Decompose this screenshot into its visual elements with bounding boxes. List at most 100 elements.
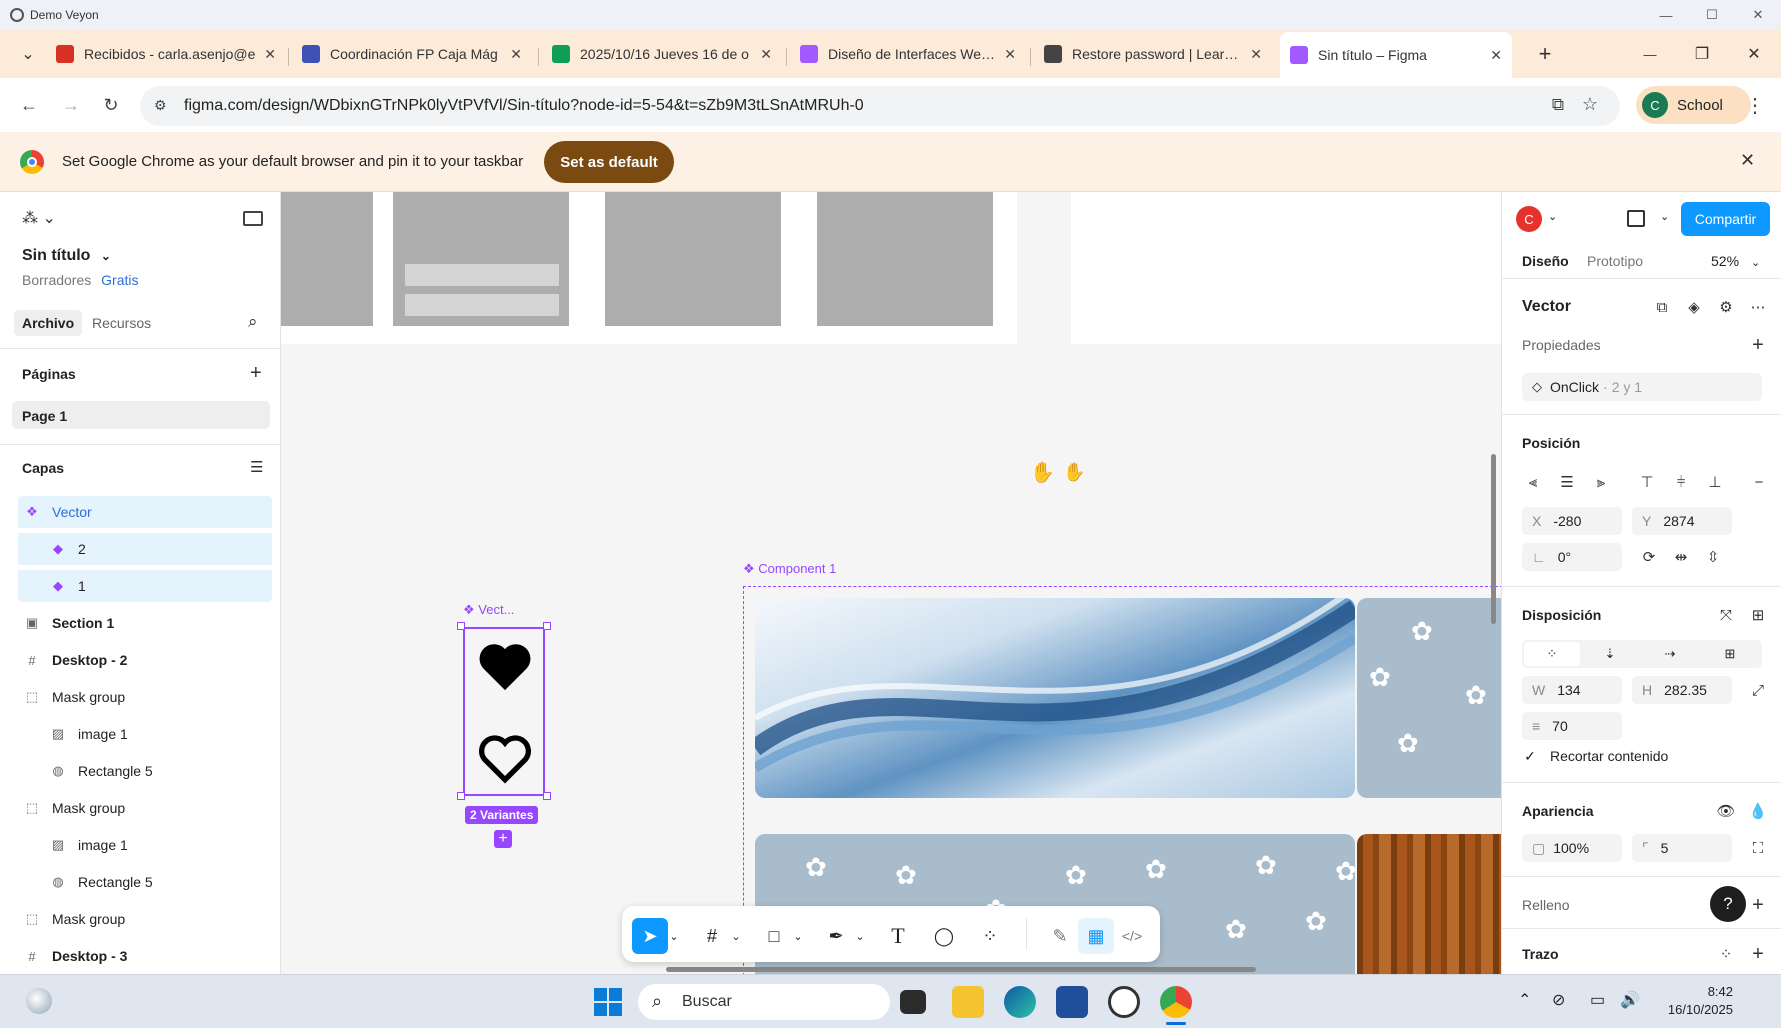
browser-tab[interactable]: 2025/10/16 Jueves 16 de o ✕ [542,38,782,70]
heart-filled-icon[interactable] [476,639,534,693]
layer-item[interactable]: ◍ Rectangle 5 [18,755,272,787]
grid-layout-icon[interactable]: ⊞ [1700,646,1760,662]
present-dropdown-icon[interactable]: ⌄ [1660,210,1669,223]
placeholder-rect[interactable] [281,192,373,326]
blend-mode-icon[interactable]: 💧 [1747,800,1769,822]
tab-list-button[interactable]: ⌄ [16,42,40,66]
store-icon[interactable] [1056,986,1088,1018]
layer-item[interactable]: # Desktop - 3 [18,940,272,972]
tab-close-icon[interactable]: ✕ [1004,46,1016,63]
vector-component-label[interactable]: ❖ Vect... [463,602,514,618]
chrome-menu-icon[interactable]: ⋮ [1742,92,1768,118]
tab-close-icon[interactable]: ✕ [760,46,772,63]
opacity-field[interactable]: ▢ 100% [1522,834,1622,862]
chrome-minimize-button[interactable]: — [1636,42,1664,66]
visibility-eye-icon[interactable]: 👁 [1715,800,1737,822]
align-top-icon[interactable]: ⊤ [1636,471,1658,493]
horizontal-layout-icon[interactable]: ⇢ [1640,646,1700,662]
daisy-image[interactable]: ✿ ✿ ✿ ✿ [1357,598,1501,798]
x-field[interactable]: X -280 [1522,507,1622,535]
frame-tool-dropdown-icon[interactable]: ⌄ [728,918,744,954]
individual-corners-icon[interactable]: ⛶ [1747,837,1769,859]
move-tool-icon[interactable]: ➤ [632,918,668,954]
select-matching-icon[interactable]: ⧉ [1651,296,1673,318]
shape-tool-dropdown-icon[interactable]: ⌄ [790,918,806,954]
align-center-h-icon[interactable]: ☰ [1556,471,1578,493]
pen-tool-dropdown-icon[interactable]: ⌄ [852,918,868,954]
height-field[interactable]: H 282.35 [1632,676,1732,704]
adjust-icon[interactable]: ⚙ [1715,296,1737,318]
show-hidden-icons-icon[interactable]: ⌃ [1518,990,1531,1010]
actions-icon[interactable]: ⁘ [972,918,1008,954]
component-label[interactable]: ❖ Component 1 [743,561,836,577]
search-icon[interactable]: ⌕ [248,312,258,332]
wood-texture-image[interactable] [1357,834,1501,974]
volume-icon[interactable]: 🔊 [1620,990,1640,1010]
add-page-icon[interactable]: + [250,362,262,385]
add-fill-icon[interactable]: + [1747,894,1769,916]
layer-item[interactable]: ◆ 2 [18,533,272,565]
comment-tool-icon[interactable]: ◯ [926,918,962,954]
drafts-link[interactable]: Borradores [22,272,91,288]
window-maximize-button[interactable]: ☐ [1689,0,1735,30]
collapse-layers-icon[interactable]: ☰ [250,458,263,476]
tab-close-icon[interactable]: ✕ [264,46,276,63]
chevron-down-icon[interactable]: ⌄ [1548,210,1557,223]
page-item[interactable]: Page 1 [12,401,270,429]
layer-item[interactable]: ❖ Vector [18,496,272,528]
layout-mode-selector[interactable]: ⁘ ⇣ ⇢ ⊞ [1522,640,1762,668]
user-avatar[interactable]: C [1516,206,1542,232]
design-canvas[interactable]: ✋ ✋ ❖ Vect... 2 Variantes + ❖ Component … [281,192,1501,974]
move-tool-dropdown-icon[interactable]: ⌄ [666,918,682,954]
layout-guide-icon[interactable]: ⊞ [1747,604,1769,626]
clock[interactable]: 8:42 16/10/2025 [1655,983,1733,1019]
network-off-icon[interactable]: ⊘ [1552,990,1565,1010]
design-mode-icon[interactable]: ▦ [1078,918,1114,954]
horizontal-scrollbar[interactable] [666,967,1256,972]
align-right-icon[interactable]: ⫸ [1590,471,1612,493]
set-default-button[interactable]: Set as default [544,141,674,183]
layer-item[interactable]: ⬚ Mask group [18,792,272,824]
window-close-button[interactable]: ✕ [1735,0,1781,30]
vertical-scrollbar[interactable] [1491,454,1496,624]
browser-tab[interactable]: Recibidos - carla.asenjo@e ✕ [46,38,286,70]
taskbar-search[interactable]: ⌕ Buscar [638,984,890,1020]
start-button[interactable] [594,988,622,1016]
file-name[interactable]: Sin título ⌄ [22,247,111,265]
help-button[interactable]: ? [1710,886,1746,922]
reload-icon[interactable]: ↻ [98,92,124,118]
vector-component-set[interactable] [463,627,545,796]
task-view-icon[interactable] [900,990,926,1014]
layer-item[interactable]: ▨ image 1 [18,829,272,861]
tab-close-icon[interactable]: ✕ [1250,46,1262,63]
layer-item[interactable]: # Desktop - 2 [18,644,272,676]
text-tool-icon[interactable]: T [880,918,916,954]
heart-outline-icon[interactable] [476,731,534,785]
toggle-sidebar-icon[interactable] [243,211,263,226]
flip-vertical-icon[interactable]: ⇳ [1702,546,1724,568]
component-icon[interactable]: ◈ [1683,296,1705,318]
infobar-close-button[interactable]: ✕ [1740,150,1755,171]
pen-tool-icon[interactable]: ✒ [818,918,854,954]
file-explorer-icon[interactable] [952,986,984,1018]
free-layout-icon[interactable]: ⁘ [1524,642,1580,666]
abstract-blue-image[interactable] [755,598,1355,798]
add-variant-button[interactable]: + [494,830,512,848]
rotation-field[interactable]: ∟ 0° [1522,543,1622,571]
vertical-layout-icon[interactable]: ⇣ [1580,646,1640,662]
layer-item[interactable]: ▣ Section 1 [18,607,272,639]
bookmark-star-icon[interactable]: ☆ [1582,94,1598,115]
layer-item[interactable]: ▨ image 1 [18,718,272,750]
layer-item[interactable]: ◆ 1 [18,570,272,602]
corner-radius-field[interactable]: ⌜ 5 [1632,834,1732,862]
align-middle-icon[interactable]: ⫩ [1670,471,1692,493]
figma-main-menu-icon[interactable]: ⁂ ⌄ [22,208,56,228]
install-app-icon[interactable]: ⧉ [1552,95,1564,115]
forward-icon[interactable]: → [58,92,84,118]
chrome-close-button[interactable]: ✕ [1740,42,1768,66]
flip-horizontal-icon[interactable]: ⇹ [1670,546,1692,568]
tab-prototipo[interactable]: Prototipo [1587,253,1643,269]
display-icon[interactable]: ▭ [1590,990,1605,1010]
width-field[interactable]: W 134 [1522,676,1622,704]
draw-mode-icon[interactable]: ✎ [1042,918,1078,954]
